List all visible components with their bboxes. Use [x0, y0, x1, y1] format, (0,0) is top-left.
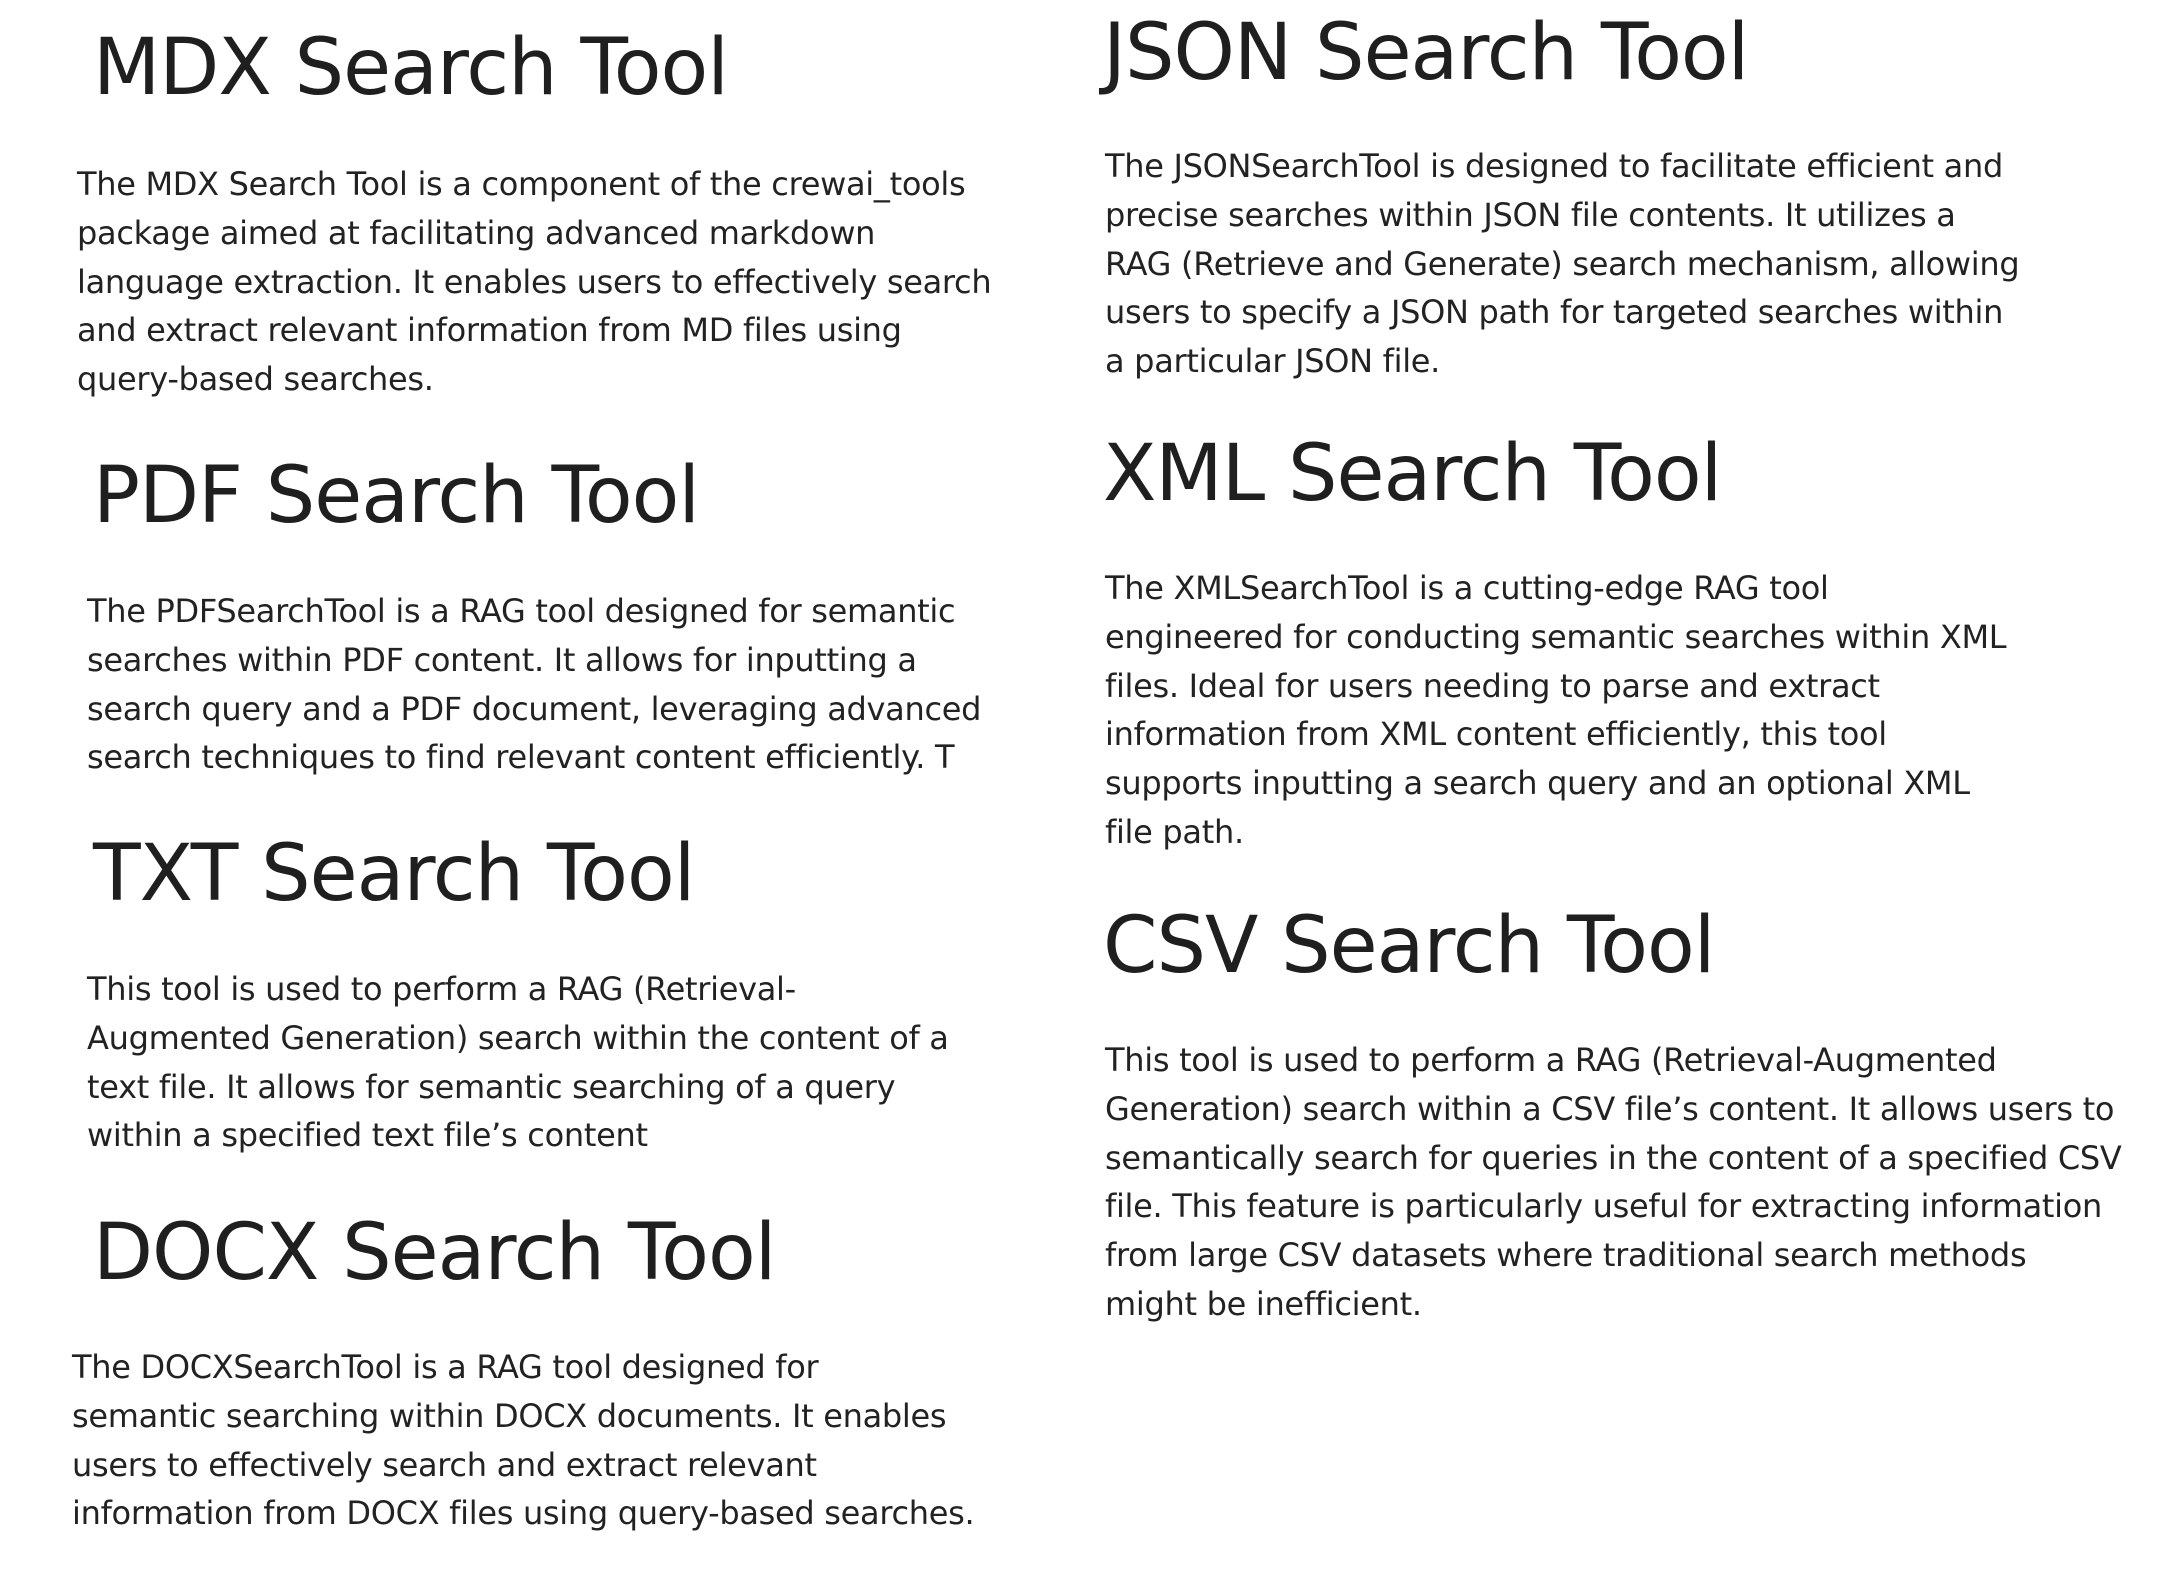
description-line: information from DOCX files using query-…: [72, 1494, 975, 1533]
description-line: This tool is used to perform a RAG (Retr…: [87, 970, 796, 1008]
txt-search-tool-section: TXT Search Tool This tool is used to per…: [0, 810, 1060, 1190]
description-line: text file. It allows for semantic search…: [87, 1067, 896, 1106]
description-line: RAG (Retrieve and Generate) search mecha…: [1105, 244, 2020, 283]
description-line: package aimed at facilitating advanced m…: [77, 213, 876, 252]
xml-search-tool-section: XML Search Tool The XMLSearchTool is a c…: [1100, 420, 2157, 890]
description-line: within a specified text file’s content: [87, 1116, 648, 1155]
json-search-tool-heading: JSON Search Tool: [1103, 8, 1749, 98]
description-line: This tool is used to perform a RAG (Retr…: [1105, 1041, 1997, 1079]
description-line: a particular JSON file.: [1105, 342, 1441, 381]
description-line: The PDFSearchTool is a RAG tool designed…: [87, 592, 956, 630]
pdf-search-tool-description: The PDFSearchTool is a RAG tool designed…: [87, 587, 1047, 782]
description-line: might be inefficient.: [1105, 1284, 1422, 1323]
description-line: users to specify a JSON path for targete…: [1105, 293, 2004, 332]
description-line: semantically search for queries in the c…: [1105, 1138, 2122, 1177]
description-line: The MDX Search Tool is a component of th…: [77, 165, 966, 203]
mdx-search-tool-heading: MDX Search Tool: [93, 23, 729, 113]
docx-search-tool-heading: DOCX Search Tool: [93, 1208, 776, 1298]
description-line: information from XML content efficiently…: [1105, 715, 1887, 754]
xml-search-tool-heading: XML Search Tool: [1103, 429, 1722, 519]
description-line: The JSONSearchTool is designed to facili…: [1105, 147, 2003, 185]
description-line: users to effectively search and extract …: [72, 1445, 817, 1484]
description-line: language extraction. It enables users to…: [77, 262, 992, 301]
txt-search-tool-heading: TXT Search Tool: [93, 829, 695, 919]
json-search-tool-description: The JSONSearchTool is designed to facili…: [1105, 142, 2065, 386]
description-line: The XMLSearchTool is a cutting-edge RAG …: [1105, 569, 1829, 607]
description-line: from large CSV datasets where traditiona…: [1105, 1236, 2027, 1275]
description-line: searches within PDF content. It allows f…: [87, 640, 917, 679]
description-line: query-based searches.: [77, 360, 434, 399]
description-line: precise searches within JSON file conten…: [1105, 195, 1956, 234]
document-page: MDX Search Tool The MDX Search Tool is a…: [0, 0, 2157, 1593]
pdf-search-tool-section: PDF Search Tool The PDFSearchTool is a R…: [0, 430, 1060, 800]
mdx-search-tool-section: MDX Search Tool The MDX Search Tool is a…: [0, 0, 1060, 420]
docx-search-tool-section: DOCX Search Tool The DOCXSearchTool is a…: [0, 1190, 1060, 1590]
csv-search-tool-heading: CSV Search Tool: [1103, 901, 1715, 991]
description-line: file. This feature is particularly usefu…: [1105, 1187, 2103, 1226]
csv-search-tool-section: CSV Search Tool This tool is used to per…: [1100, 890, 2157, 1360]
docx-search-tool-description: The DOCXSearchTool is a RAG tool designe…: [72, 1343, 1062, 1538]
csv-search-tool-description: This tool is used to perform a RAG (Retr…: [1105, 1036, 2155, 1329]
xml-search-tool-description: The XMLSearchTool is a cutting-edge RAG …: [1105, 564, 2065, 857]
description-line: files. Ideal for users needing to parse …: [1105, 666, 1880, 705]
description-line: file path.: [1105, 812, 1244, 851]
description-line: semantic searching within DOCX documents…: [72, 1396, 947, 1435]
description-line: search query and a PDF document, leverag…: [87, 689, 982, 728]
description-line: search techniques to find relevant conte…: [87, 738, 955, 777]
description-line: The DOCXSearchTool is a RAG tool designe…: [72, 1348, 819, 1386]
description-line: Generation) search within a CSV file’s c…: [1105, 1089, 2115, 1128]
description-line: and extract relevant information from MD…: [77, 311, 902, 350]
json-search-tool-section: JSON Search Tool The JSONSearchTool is d…: [1100, 0, 2157, 410]
pdf-search-tool-heading: PDF Search Tool: [93, 451, 700, 541]
mdx-search-tool-description: The MDX Search Tool is a component of th…: [77, 160, 1037, 404]
txt-search-tool-description: This tool is used to perform a RAG (Retr…: [87, 965, 1007, 1160]
description-line: supports inputting a search query and an…: [1105, 764, 1970, 803]
description-line: Augmented Generation) search within the …: [87, 1018, 949, 1057]
description-line: engineered for conducting semantic searc…: [1105, 617, 2007, 656]
